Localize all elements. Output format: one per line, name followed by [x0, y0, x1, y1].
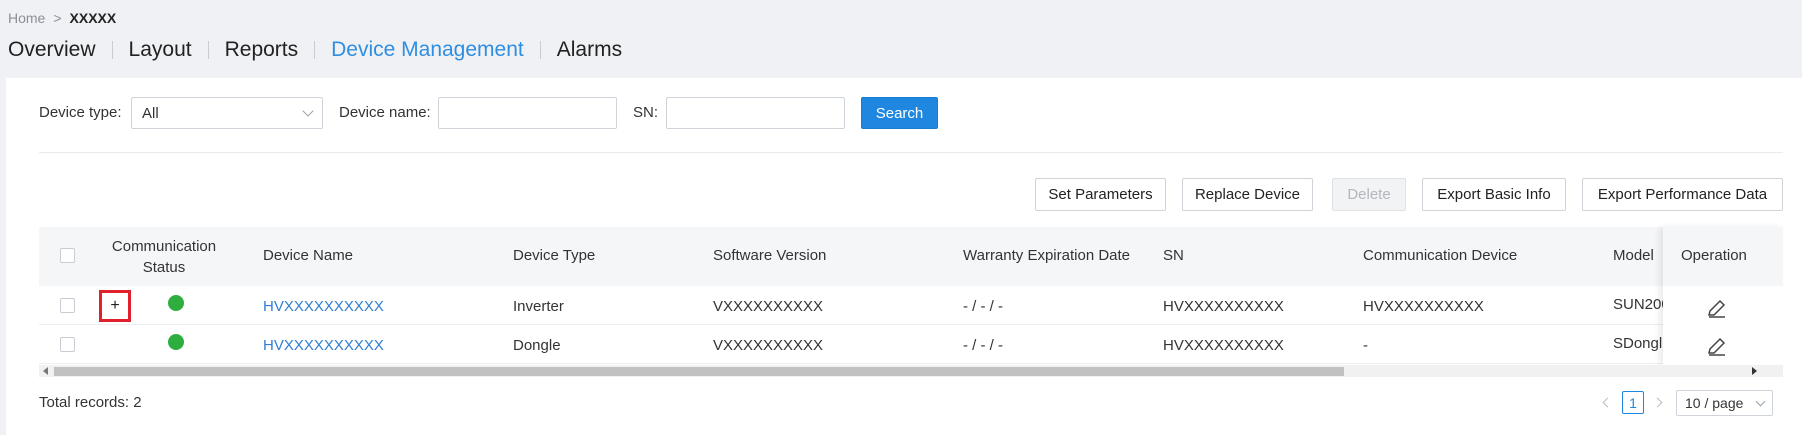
header-operation: Operation	[1681, 247, 1747, 264]
device-type-cell: Inverter	[513, 298, 564, 315]
sn-cell: HVXXXXXXXXXX	[1163, 337, 1284, 354]
breadcrumb-separator: >	[53, 10, 62, 26]
sn-cell: HVXXXXXXXXXX	[1163, 298, 1284, 315]
model-cell: SUN200	[1613, 296, 1663, 313]
software-version-cell: VXXXXXXXXXX	[713, 298, 824, 315]
sn-label: SN:	[633, 104, 659, 121]
chevron-down-icon	[302, 105, 314, 117]
header-communication-status[interactable]: Communication Status	[96, 236, 232, 278]
breadcrumb: Home > XXXXX	[8, 10, 116, 26]
select-all-checkbox[interactable]	[60, 248, 75, 263]
tab-divider	[207, 41, 209, 59]
breadcrumb-home[interactable]: Home	[8, 10, 45, 26]
device-name-input[interactable]	[438, 97, 617, 129]
header-device-type[interactable]: Device Type	[513, 247, 595, 264]
breadcrumb-current: XXXXX	[69, 10, 117, 26]
replace-device-button[interactable]: Replace Device	[1182, 178, 1313, 211]
device-name-link[interactable]: HVXXXXXXXXXX	[263, 298, 384, 315]
header-model[interactable]: Model	[1613, 247, 1654, 264]
total-records: Total records: 2	[39, 394, 142, 411]
chevron-down-icon	[1755, 396, 1766, 406]
chevron-left-icon[interactable]	[43, 367, 48, 375]
model-cell: SDongle	[1613, 335, 1663, 352]
tab-divider	[314, 41, 316, 59]
tab-alarms[interactable]: Alarms	[557, 38, 622, 62]
software-version-cell: VXXXXXXXXXX	[713, 337, 824, 354]
header-software-version[interactable]: Software Version	[713, 247, 826, 264]
row-checkbox[interactable]	[60, 298, 75, 313]
page-number-current[interactable]: 1	[1622, 391, 1644, 414]
page-size-value: 10 / page	[1685, 395, 1744, 411]
edit-icon[interactable]	[1705, 296, 1729, 320]
header-sn[interactable]: SN	[1163, 247, 1184, 264]
tab-divider	[111, 41, 113, 59]
device-type-cell: Dongle	[513, 337, 561, 354]
device-name-link[interactable]: HVXXXXXXXXXX	[263, 337, 384, 354]
row-checkbox[interactable]	[60, 337, 75, 352]
export-performance-data-button[interactable]: Export Performance Data	[1582, 178, 1783, 211]
device-type-value: All	[142, 104, 159, 122]
tab-overview[interactable]: Overview	[8, 38, 96, 62]
tab-reports[interactable]: Reports	[225, 38, 299, 62]
tab-divider	[539, 41, 541, 59]
filter-divider	[39, 152, 1783, 153]
communication-device-cell: HVXXXXXXXXXX	[1363, 298, 1484, 315]
device-type-select[interactable]: All	[131, 97, 323, 129]
device-type-label: Device type:	[39, 104, 122, 121]
communication-device-cell: -	[1363, 337, 1368, 354]
sn-input[interactable]	[666, 97, 845, 129]
header-communication-device[interactable]: Communication Device	[1363, 247, 1517, 264]
page-size-select[interactable]: 10 / page	[1676, 390, 1773, 416]
status-online-icon	[168, 334, 184, 350]
status-online-icon	[168, 295, 184, 311]
tab-layout[interactable]: Layout	[129, 38, 192, 62]
header-warranty[interactable]: Warranty Expiration Date	[963, 247, 1130, 264]
set-parameters-button[interactable]: Set Parameters	[1035, 178, 1166, 211]
warranty-cell: - / - / -	[963, 337, 1003, 354]
header-device-name[interactable]: Device Name	[263, 247, 353, 264]
search-button[interactable]: Search	[861, 97, 938, 129]
chevron-right-icon[interactable]	[1752, 367, 1757, 375]
top-tabs: Overview Layout Reports Device Managemen…	[8, 38, 622, 62]
edit-icon[interactable]	[1705, 334, 1729, 358]
warranty-cell: - / - / -	[963, 298, 1003, 315]
model-cell-clip: SDongle	[1613, 335, 1663, 357]
model-cell-clip: SUN200	[1613, 296, 1663, 318]
device-name-label: Device name:	[339, 104, 431, 121]
tab-device-management[interactable]: Device Management	[331, 38, 524, 62]
export-basic-info-button[interactable]: Export Basic Info	[1422, 178, 1566, 211]
scrollbar-thumb[interactable]	[54, 367, 1344, 376]
delete-button[interactable]: Delete	[1332, 178, 1406, 211]
expand-row-button[interactable]: +	[99, 290, 131, 322]
